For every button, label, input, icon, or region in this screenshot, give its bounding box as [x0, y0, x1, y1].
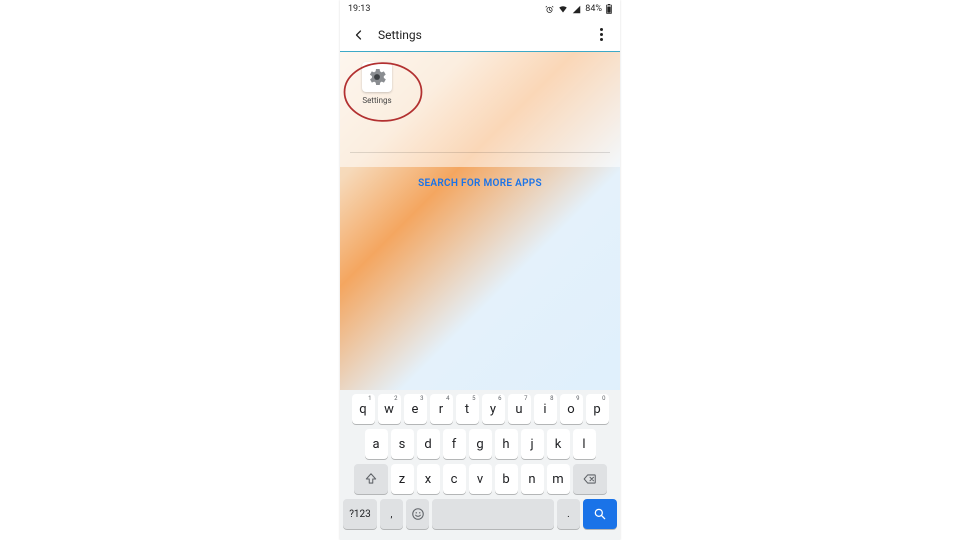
key-x[interactable]: x — [417, 464, 440, 494]
more-button[interactable] — [592, 28, 610, 41]
battery-percent: 84% — [585, 4, 602, 14]
battery-icon — [606, 4, 612, 14]
key-p[interactable]: p0 — [586, 394, 609, 424]
key-emoji[interactable] — [406, 499, 429, 529]
key-space[interactable] — [432, 499, 554, 529]
key-v[interactable]: v — [469, 464, 492, 494]
key-y[interactable]: y6 — [482, 394, 505, 424]
alarm-icon — [545, 5, 554, 14]
keyboard-row-2: asdfghjkl — [343, 429, 617, 459]
app-result-settings[interactable]: Settings — [348, 62, 406, 105]
gear-icon — [362, 62, 392, 92]
key-a[interactable]: a — [365, 429, 388, 459]
wifi-icon — [558, 5, 568, 14]
back-button[interactable] — [350, 29, 368, 41]
key-b[interactable]: b — [495, 464, 518, 494]
keyboard-row-1: q1w2e3r4t5y6u7i8o9p0 — [343, 394, 617, 424]
phone-frame: 19:13 84% Settings Settings — [340, 0, 620, 540]
status-bar: 19:13 84% — [340, 0, 620, 18]
key-comma[interactable]: , — [380, 499, 403, 529]
search-title[interactable]: Settings — [378, 28, 592, 42]
key-h[interactable]: h — [495, 429, 518, 459]
keyboard-row-3: zxcvbnm — [343, 464, 617, 494]
status-time: 19:13 — [348, 4, 370, 14]
key-e[interactable]: e3 — [404, 394, 427, 424]
key-k[interactable]: k — [547, 429, 570, 459]
key-s[interactable]: s — [391, 429, 414, 459]
key-i[interactable]: i8 — [534, 394, 557, 424]
key-symbols[interactable]: ?123 — [343, 499, 377, 529]
key-backspace[interactable] — [573, 464, 607, 494]
signal-icon — [572, 5, 581, 14]
app-bar: Settings — [340, 18, 620, 52]
divider — [350, 152, 610, 153]
key-w[interactable]: w2 — [378, 394, 401, 424]
app-result-label: Settings — [362, 96, 391, 105]
key-q[interactable]: q1 — [352, 394, 375, 424]
search-icon — [593, 507, 607, 521]
emoji-icon — [411, 507, 425, 521]
key-c[interactable]: c — [443, 464, 466, 494]
key-g[interactable]: g — [469, 429, 492, 459]
key-z[interactable]: z — [391, 464, 414, 494]
key-d[interactable]: d — [417, 429, 440, 459]
keyboard-row-4: ?123 , . — [343, 499, 617, 529]
keyboard: q1w2e3r4t5y6u7i8o9p0 asdfghjkl zxcvbnm ?… — [340, 390, 620, 540]
key-period[interactable]: . — [557, 499, 580, 529]
key-l[interactable]: l — [573, 429, 596, 459]
key-o[interactable]: o9 — [560, 394, 583, 424]
key-m[interactable]: m — [547, 464, 570, 494]
key-n[interactable]: n — [521, 464, 544, 494]
key-search[interactable] — [583, 499, 617, 529]
chevron-left-icon — [353, 29, 365, 41]
status-right: 84% — [545, 4, 612, 14]
key-t[interactable]: t5 — [456, 394, 479, 424]
backspace-icon — [582, 472, 598, 486]
key-j[interactable]: j — [521, 429, 544, 459]
shift-icon — [364, 472, 378, 486]
search-more-apps-button[interactable]: SEARCH FOR MORE APPS — [340, 178, 620, 189]
key-u[interactable]: u7 — [508, 394, 531, 424]
key-r[interactable]: r4 — [430, 394, 453, 424]
key-shift[interactable] — [354, 464, 388, 494]
results-area: Settings SEARCH FOR MORE APPS — [340, 52, 620, 68]
key-f[interactable]: f — [443, 429, 466, 459]
